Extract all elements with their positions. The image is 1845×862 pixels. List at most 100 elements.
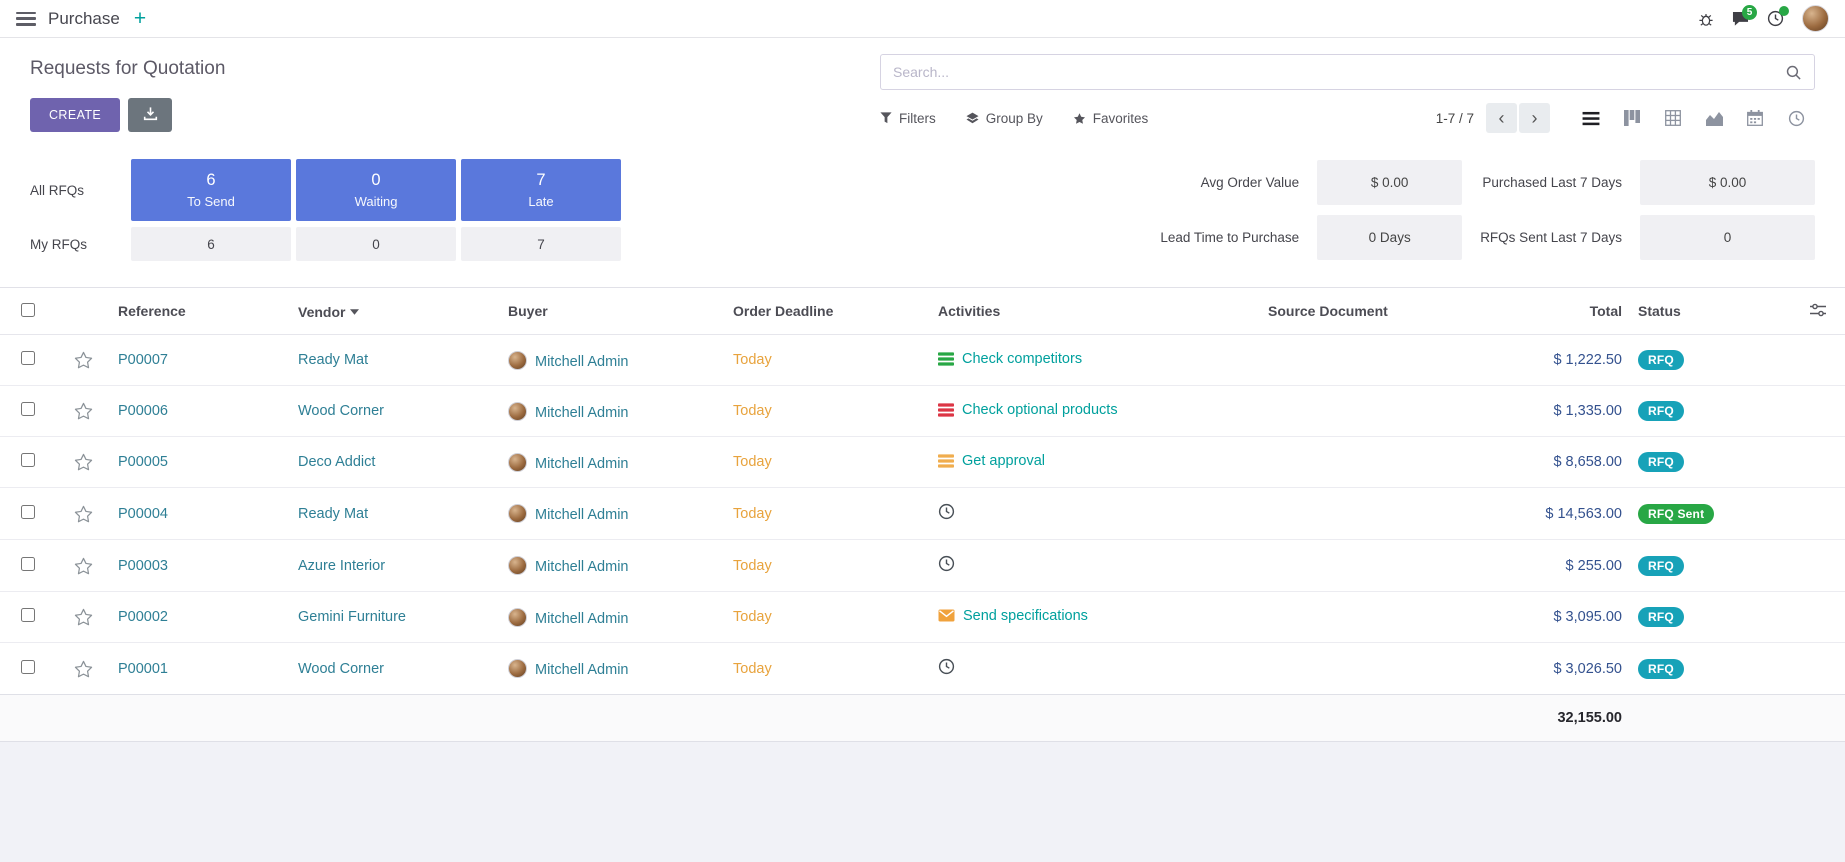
table-row[interactable]: P00002 Gemini Furniture Mitchell Admin T… bbox=[0, 592, 1845, 643]
status-badge: RFQ bbox=[1638, 350, 1684, 370]
tile-my-late[interactable]: 7 bbox=[461, 227, 621, 261]
activities-clock-icon[interactable] bbox=[1767, 10, 1784, 27]
vendor-link[interactable]: Gemini Furniture bbox=[298, 609, 406, 625]
buyer-link[interactable]: Mitchell Admin bbox=[535, 456, 628, 472]
favorite-star-icon[interactable] bbox=[74, 505, 93, 523]
tile-my-to-send[interactable]: 6 bbox=[131, 227, 291, 261]
activity-cell[interactable] bbox=[938, 555, 963, 572]
table-row[interactable]: P00003 Azure Interior Mitchell Admin Tod… bbox=[0, 540, 1845, 592]
buyer-avatar bbox=[508, 504, 527, 523]
vendor-link[interactable]: Wood Corner bbox=[298, 661, 384, 677]
column-header-buyer[interactable]: Buyer bbox=[500, 288, 725, 335]
user-avatar[interactable] bbox=[1802, 5, 1829, 32]
table-row[interactable]: P00007 Ready Mat Mitchell Admin Today Ch… bbox=[0, 335, 1845, 386]
row-checkbox[interactable] bbox=[21, 505, 35, 519]
kpi-value-lead-time[interactable]: 0 Days bbox=[1317, 215, 1462, 260]
favorite-star-icon[interactable] bbox=[74, 557, 93, 575]
row-checkbox[interactable] bbox=[21, 660, 35, 674]
tile-late[interactable]: 7 Late bbox=[461, 159, 621, 221]
search-input[interactable] bbox=[893, 64, 1785, 80]
vendor-link[interactable]: Wood Corner bbox=[298, 403, 384, 419]
reference-link[interactable]: P00006 bbox=[118, 403, 168, 419]
row-checkbox[interactable] bbox=[21, 557, 35, 571]
activity-cell[interactable]: Check optional products bbox=[938, 402, 1118, 418]
activity-cell[interactable]: Get approval bbox=[938, 453, 1045, 469]
kpi-value-purchased-last-7-days[interactable]: $ 0.00 bbox=[1640, 160, 1815, 205]
list-view-icon[interactable] bbox=[1572, 103, 1610, 133]
pivot-view-icon[interactable] bbox=[1654, 103, 1692, 133]
column-header-source-document[interactable]: Source Document bbox=[1260, 288, 1430, 335]
buyer-link[interactable]: Mitchell Admin bbox=[535, 405, 628, 421]
reference-link[interactable]: P00001 bbox=[118, 661, 168, 677]
buyer-link[interactable]: Mitchell Admin bbox=[535, 559, 628, 575]
buyer-link[interactable]: Mitchell Admin bbox=[535, 611, 628, 627]
bug-icon[interactable] bbox=[1698, 11, 1714, 27]
plus-icon[interactable]: + bbox=[134, 8, 146, 29]
search-bar bbox=[880, 54, 1815, 90]
column-header-total[interactable]: Total bbox=[1430, 288, 1630, 335]
row-checkbox[interactable] bbox=[21, 453, 35, 467]
create-button[interactable]: CREATE bbox=[30, 98, 120, 132]
app-name[interactable]: Purchase bbox=[48, 9, 120, 29]
favorite-star-icon[interactable] bbox=[74, 453, 93, 471]
favorite-star-icon[interactable] bbox=[74, 660, 93, 678]
activity-envelope-icon bbox=[938, 609, 955, 622]
table-row[interactable]: P00001 Wood Corner Mitchell Admin Today … bbox=[0, 643, 1845, 695]
export-button[interactable] bbox=[128, 98, 172, 132]
table-row[interactable]: P00006 Wood Corner Mitchell Admin Today … bbox=[0, 386, 1845, 437]
pager-previous-button[interactable]: ‹ bbox=[1486, 103, 1517, 133]
reference-link[interactable]: P00005 bbox=[118, 454, 168, 470]
column-header-vendor[interactable]: Vendor bbox=[290, 288, 500, 335]
buyer-link[interactable]: Mitchell Admin bbox=[535, 354, 628, 370]
column-header-order-deadline[interactable]: Order Deadline bbox=[725, 288, 930, 335]
pager-next-button[interactable]: › bbox=[1519, 103, 1550, 133]
activity-view-icon[interactable] bbox=[1777, 103, 1815, 133]
graph-view-icon[interactable] bbox=[1695, 103, 1733, 133]
reference-link[interactable]: P00007 bbox=[118, 352, 168, 368]
grand-total: 32,155.00 bbox=[1430, 695, 1630, 742]
kanban-view-icon[interactable] bbox=[1613, 103, 1651, 133]
filters-button[interactable]: Filters bbox=[880, 111, 936, 126]
row-checkbox[interactable] bbox=[21, 351, 35, 365]
vendor-link[interactable]: Deco Addict bbox=[298, 454, 375, 470]
optional-columns-icon[interactable] bbox=[1790, 288, 1845, 335]
kpi-value-avg-order-value[interactable]: $ 0.00 bbox=[1317, 160, 1462, 205]
tile-waiting[interactable]: 0 Waiting bbox=[296, 159, 456, 221]
table-row[interactable]: P00005 Deco Addict Mitchell Admin Today … bbox=[0, 437, 1845, 488]
kpi-label-lead-time: Lead Time to Purchase bbox=[1160, 230, 1299, 245]
row-checkbox[interactable] bbox=[21, 402, 35, 416]
favorite-star-icon[interactable] bbox=[74, 608, 93, 626]
messages-icon[interactable]: 5 bbox=[1732, 11, 1749, 27]
kpi-label-rfqs-sent-last-7-days: RFQs Sent Last 7 Days bbox=[1480, 230, 1622, 245]
vendor-link[interactable]: Ready Mat bbox=[298, 352, 368, 368]
total-amount: $ 1,222.50 bbox=[1430, 335, 1630, 386]
apps-menu-icon[interactable] bbox=[16, 12, 36, 26]
group-by-button[interactable]: Group By bbox=[966, 111, 1043, 126]
favorite-star-icon[interactable] bbox=[74, 351, 93, 369]
select-all-checkbox[interactable] bbox=[21, 303, 35, 317]
column-header-status[interactable]: Status bbox=[1630, 288, 1790, 335]
favorite-star-icon[interactable] bbox=[74, 402, 93, 420]
kpi-value-rfqs-sent-last-7-days[interactable]: 0 bbox=[1640, 215, 1815, 260]
search-icon[interactable] bbox=[1785, 64, 1802, 81]
activity-cell[interactable]: Send specifications bbox=[938, 608, 1088, 624]
calendar-view-icon[interactable] bbox=[1736, 103, 1774, 133]
favorites-button[interactable]: Favorites bbox=[1073, 111, 1149, 126]
reference-link[interactable]: P00003 bbox=[118, 558, 168, 574]
vendor-link[interactable]: Ready Mat bbox=[298, 506, 368, 522]
activity-cell[interactable] bbox=[938, 658, 963, 675]
table-row[interactable]: P00004 Ready Mat Mitchell Admin Today $ … bbox=[0, 488, 1845, 540]
column-header-activities[interactable]: Activities bbox=[930, 288, 1260, 335]
status-badge: RFQ bbox=[1638, 607, 1684, 627]
row-checkbox[interactable] bbox=[21, 608, 35, 622]
activity-cell[interactable] bbox=[938, 503, 963, 520]
tile-to-send[interactable]: 6 To Send bbox=[131, 159, 291, 221]
reference-link[interactable]: P00002 bbox=[118, 609, 168, 625]
buyer-link[interactable]: Mitchell Admin bbox=[535, 507, 628, 523]
column-header-reference[interactable]: Reference bbox=[110, 288, 290, 335]
activity-cell[interactable]: Check competitors bbox=[938, 351, 1082, 367]
tile-my-waiting[interactable]: 0 bbox=[296, 227, 456, 261]
vendor-link[interactable]: Azure Interior bbox=[298, 558, 385, 574]
reference-link[interactable]: P00004 bbox=[118, 506, 168, 522]
buyer-link[interactable]: Mitchell Admin bbox=[535, 662, 628, 678]
